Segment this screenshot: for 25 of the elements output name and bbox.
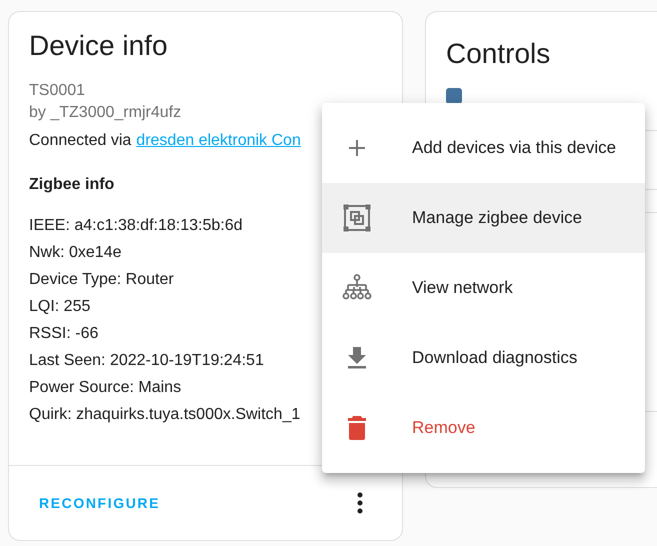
info-line: Power Source: Mains: [29, 378, 182, 398]
menu-item[interactable]: Manage zigbee device: [322, 183, 645, 253]
info-line: LQI: 255: [29, 297, 90, 317]
device-frame-icon: [343, 204, 371, 232]
plus-icon: [348, 139, 366, 157]
info-line: Quirk: zhaquirks.tuya.ts000x.Switch_1: [29, 405, 300, 425]
trash-icon: [348, 416, 366, 440]
menu-item[interactable]: Add devices via this device: [322, 113, 645, 183]
menu-item[interactable]: Download diagnostics: [322, 323, 645, 393]
download-icon: [347, 347, 367, 369]
device-manufacturer: by _TZ3000_rmjr4ufz: [29, 103, 182, 123]
info-line: RSSI: -66: [29, 324, 98, 344]
network-tree-icon: [342, 274, 372, 302]
menu-item[interactable]: Remove: [322, 393, 645, 463]
device-model: TS0001: [29, 81, 86, 101]
info-line: Nwk: 0xe14e: [29, 243, 122, 263]
entity-icon: [446, 88, 462, 104]
card-title: Device info: [29, 29, 169, 63]
section-title: Zigbee info: [29, 176, 116, 194]
card-title: Controls: [446, 37, 552, 71]
connected-label: Connected via: [29, 132, 132, 150]
menu-item[interactable]: View network: [322, 253, 645, 323]
info-line: Device Type: Router: [29, 270, 174, 290]
info-line: IEEE: a4:c1:38:df:18:13:5b:6d: [29, 216, 242, 236]
info-line: Last Seen: 2022-10-19T19:24:51: [29, 351, 264, 371]
